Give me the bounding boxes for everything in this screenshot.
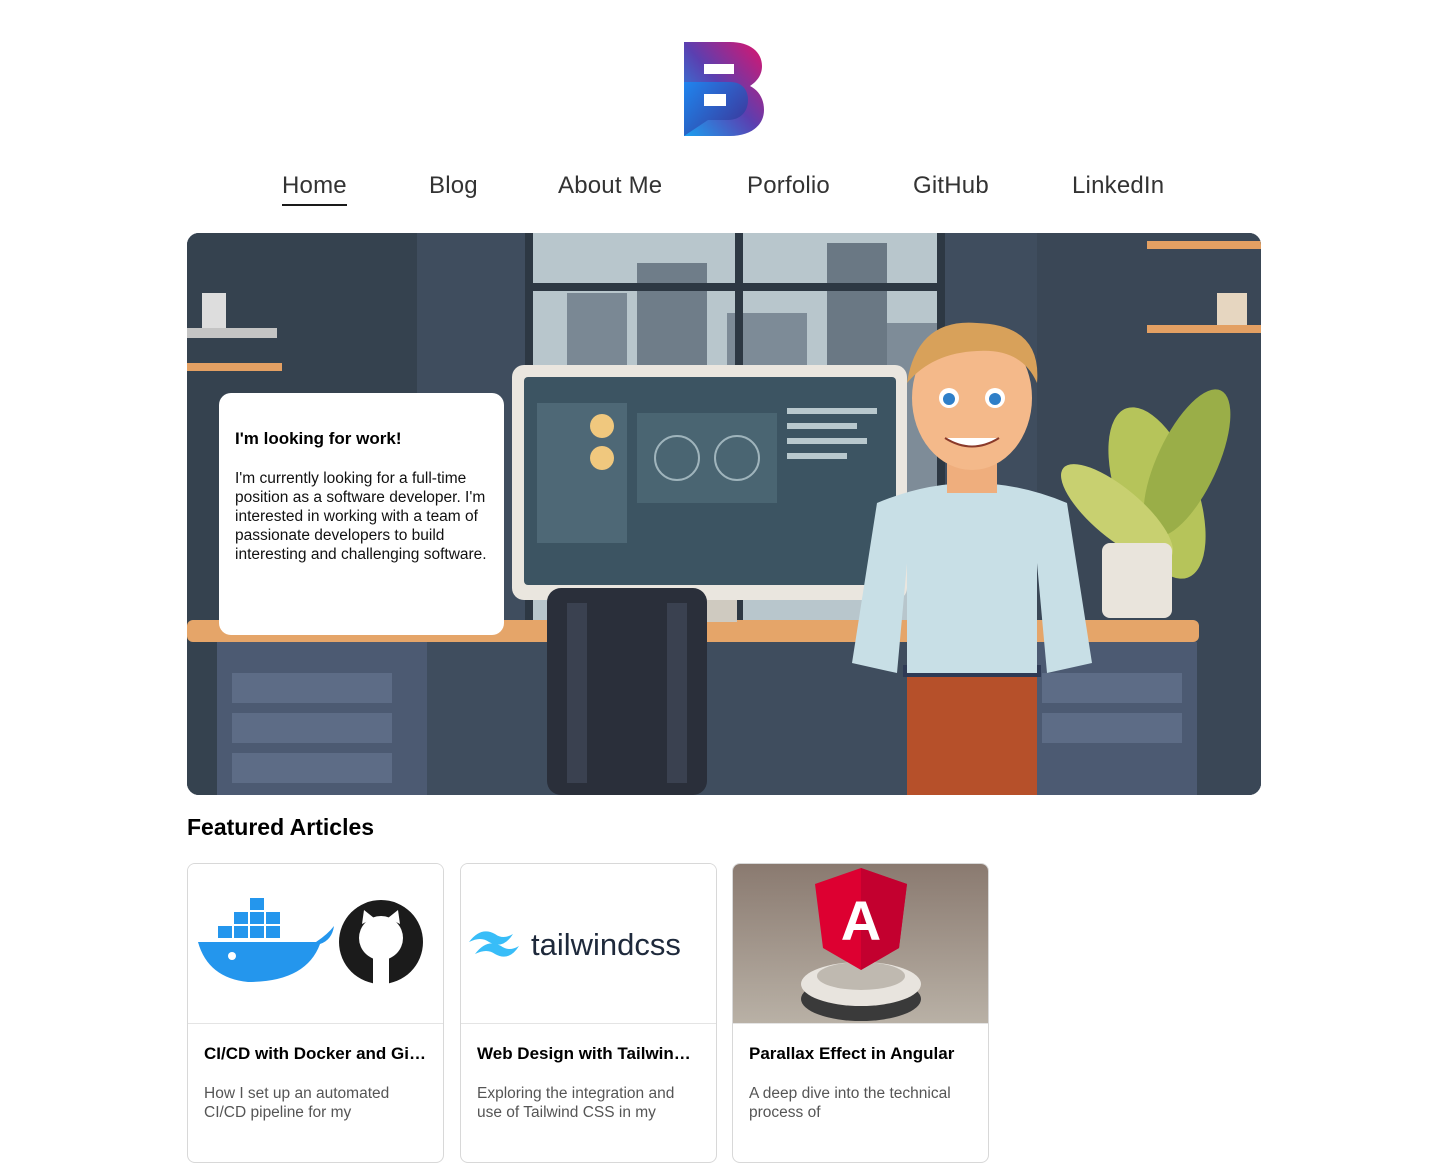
- github-icon: [339, 900, 423, 984]
- main-navigation: Home Blog About Me Porfolio GitHub Linke…: [0, 168, 1448, 208]
- tailwindcss-wordmark: tailwindcss: [531, 927, 681, 962]
- angular-letter: A: [841, 889, 881, 952]
- article-title[interactable]: Parallax Effect in Angular: [733, 1024, 988, 1064]
- article-description: A deep dive into the technical process o…: [749, 1085, 951, 1121]
- job-status-card: I'm looking for work! I'm currently look…: [219, 393, 504, 635]
- article-thumbnail: tailwindcss: [461, 864, 716, 1024]
- tailwindcss-icon: tailwindcss: [461, 864, 716, 1023]
- article-thumbnail: [188, 864, 443, 1024]
- job-status-text: I'm currently looking for a full-time po…: [235, 470, 487, 563]
- hero-banner: I'm looking for work! I'm currently look…: [187, 233, 1261, 795]
- featured-articles-heading: Featured Articles: [187, 814, 375, 840]
- article-description: How I set up an automated CI/CD pipeline…: [204, 1085, 390, 1121]
- nav-blog[interactable]: Blog: [429, 168, 478, 204]
- article-description: Exploring the integration and use of Tai…: [477, 1085, 675, 1121]
- site-logo[interactable]: [684, 42, 764, 136]
- nav-github[interactable]: GitHub: [913, 168, 989, 204]
- article-card[interactable]: tailwindcss Web Design with Tailwind CSS…: [460, 863, 717, 1163]
- article-title[interactable]: Web Design with Tailwind CSS: [461, 1024, 716, 1064]
- article-card[interactable]: A Parallax Effect in Angular A deep dive…: [732, 863, 989, 1163]
- angular-icon: A: [733, 864, 988, 1023]
- nav-portfolio[interactable]: Porfolio: [747, 168, 830, 204]
- nav-linkedin[interactable]: LinkedIn: [1072, 168, 1164, 204]
- job-status-title: I'm looking for work!: [235, 429, 402, 448]
- docker-github-icon: [188, 864, 443, 1023]
- article-title[interactable]: CI/CD with Docker and GitHub Actions: [188, 1024, 443, 1064]
- nav-home[interactable]: Home: [282, 168, 347, 206]
- nav-about-me[interactable]: About Me: [558, 168, 662, 204]
- article-card[interactable]: CI/CD with Docker and GitHub Actions How…: [187, 863, 444, 1163]
- article-thumbnail: A: [733, 864, 988, 1024]
- logo-b-icon: [684, 42, 764, 136]
